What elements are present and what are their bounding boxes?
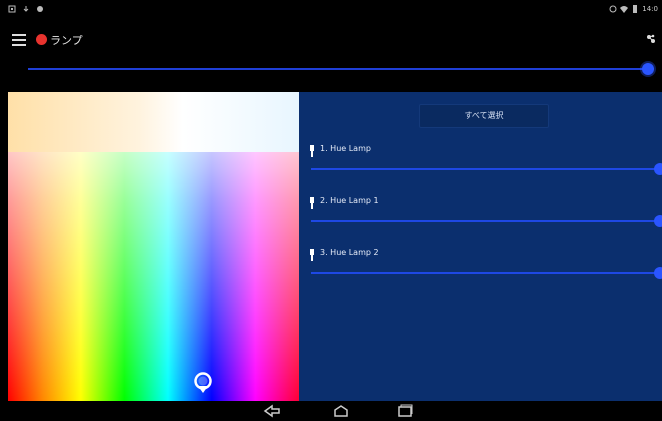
status-time: 14:0: [642, 5, 658, 13]
lamp-bulb-icon: [310, 249, 314, 261]
lamp-panel: すべて選択 1. Hue Lamp 2. Hue Lamp 1 3. Hue L…: [299, 92, 662, 401]
notification-icon: [8, 5, 16, 13]
lamp-row-2[interactable]: 2. Hue Lamp 1: [299, 194, 662, 234]
recents-icon[interactable]: [395, 404, 415, 418]
color-temperature-band[interactable]: [8, 92, 299, 152]
lamp-label: 1. Hue Lamp: [320, 144, 371, 153]
status-bar: 14:0: [0, 0, 662, 20]
status-left-icons: [8, 5, 44, 13]
lamp-row-3[interactable]: 3. Hue Lamp 2: [299, 246, 662, 286]
lamp-row-1[interactable]: 1. Hue Lamp: [299, 142, 662, 182]
home-icon[interactable]: [331, 404, 351, 418]
battery-icon: [633, 5, 638, 13]
brand-logo-icon: [36, 34, 47, 45]
back-icon[interactable]: [262, 404, 282, 418]
lamp-brightness-track[interactable]: [311, 272, 662, 274]
color-picker[interactable]: [8, 92, 299, 401]
app-bar: ランプ: [0, 28, 662, 56]
page-title: ランプ: [50, 34, 83, 47]
location-pin-icon[interactable]: [193, 372, 213, 394]
lamp-bulb-icon: [310, 197, 314, 209]
app-screen: 14:0 ランプ すべて選択 1. Hue Lamp 2. Hue Lamp 1…: [0, 0, 662, 421]
lamp-brightness-track[interactable]: [311, 220, 662, 222]
lamp-brightness-thumb[interactable]: [654, 267, 662, 279]
slider-track: [28, 68, 654, 70]
alarm-icon: [609, 5, 617, 13]
system-nav-bar: [0, 401, 662, 421]
lamp-bulb-icon: [310, 145, 314, 157]
hamburger-icon[interactable]: [12, 34, 26, 46]
lamp-label: 2. Hue Lamp 1: [320, 196, 379, 205]
slider-thumb[interactable]: [642, 63, 654, 75]
sync-icon: [37, 6, 43, 12]
lamp-brightness-thumb[interactable]: [654, 215, 662, 227]
wifi-icon: [620, 6, 629, 13]
download-icon: [23, 6, 29, 12]
bridge-connect-icon[interactable]: [646, 34, 656, 44]
master-brightness-slider[interactable]: [28, 62, 654, 78]
select-all-button[interactable]: すべて選択: [419, 104, 549, 128]
lamp-brightness-track[interactable]: [311, 168, 662, 170]
lamp-brightness-thumb[interactable]: [654, 163, 662, 175]
lamp-label: 3. Hue Lamp 2: [320, 248, 379, 257]
status-right-icons: 14:0: [609, 5, 658, 13]
